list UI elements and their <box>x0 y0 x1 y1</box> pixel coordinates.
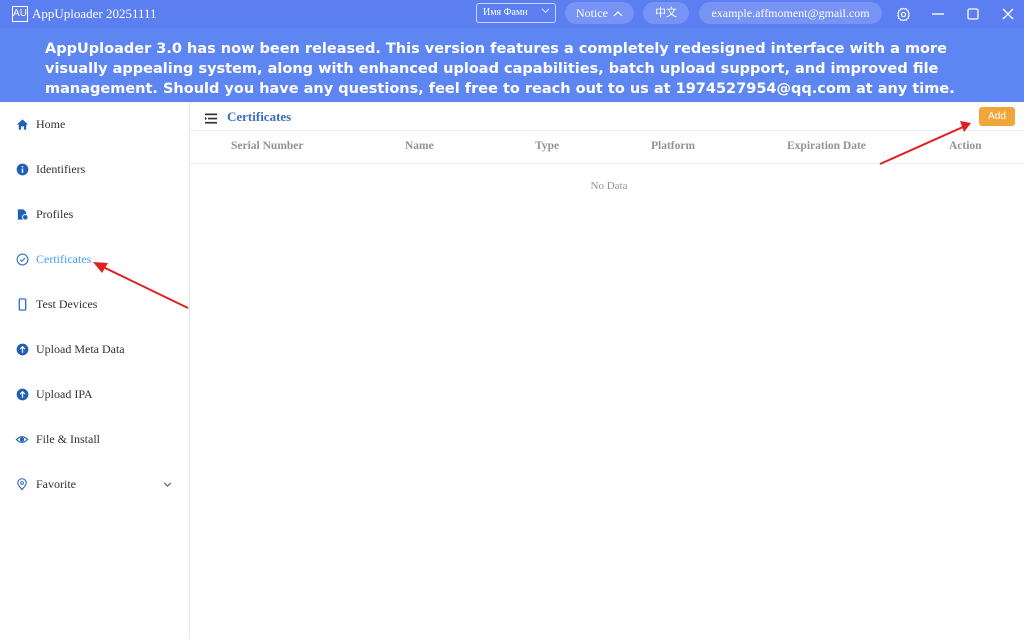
chevron-down-icon <box>162 479 173 494</box>
notice-label: Notice <box>576 6 608 20</box>
content-header: Certificates Add <box>190 102 1024 131</box>
notice-button[interactable]: Notice <box>565 2 634 24</box>
sidebar: Home Identifiers Profiles Certificates T… <box>0 102 190 639</box>
close-icon[interactable] <box>998 4 1018 24</box>
sidebar-item-label: Test Devices <box>36 297 98 311</box>
sidebar-item-profiles[interactable]: Profiles <box>0 192 189 237</box>
pin-icon <box>15 478 29 492</box>
home-icon <box>15 118 29 132</box>
user-select-value: Имя Фамн <box>483 7 528 18</box>
sidebar-item-identifiers[interactable]: Identifiers <box>0 147 189 192</box>
profile-icon <box>15 208 29 222</box>
column-header-action: Action <box>949 140 982 152</box>
sidebar-item-label: Upload IPA <box>36 387 93 401</box>
chevron-up-icon <box>613 11 623 17</box>
sidebar-item-test-devices[interactable]: Test Devices <box>0 282 189 327</box>
release-banner: AppUploader 3.0 has now been released. T… <box>0 28 1024 102</box>
add-button[interactable]: Add <box>979 107 1015 126</box>
sidebar-item-upload-ipa[interactable]: Upload IPA <box>0 372 189 417</box>
sidebar-item-file-install[interactable]: File & Install <box>0 417 189 462</box>
upload-icon <box>15 343 29 357</box>
page-title: Certificates <box>227 109 292 124</box>
app-title: AppUploader 20251111 <box>32 6 157 21</box>
column-header-expiration-date: Expiration Date <box>787 140 866 152</box>
sidebar-item-label: File & Install <box>36 432 100 446</box>
column-header-serial-number: Serial Number <box>231 140 304 152</box>
sidebar-item-certificates[interactable]: Certificates <box>0 237 189 282</box>
sidebar-item-home[interactable]: Home <box>0 102 189 147</box>
menu-toggle-icon[interactable] <box>205 111 217 129</box>
sidebar-item-upload-meta-data[interactable]: Upload Meta Data <box>0 327 189 372</box>
column-header-platform: Platform <box>651 140 696 152</box>
upload-icon <box>15 388 29 402</box>
column-header-name: Name <box>405 140 434 152</box>
title-bar: AU AppUploader 20251111 Имя Фамн Notice … <box>0 0 1024 28</box>
language-button[interactable]: 中文 <box>643 2 689 24</box>
eye-icon <box>15 433 29 447</box>
sidebar-item-label: Favorite <box>36 477 76 491</box>
phone-icon <box>15 298 29 312</box>
info-icon <box>15 163 29 177</box>
chevron-down-icon <box>541 6 550 18</box>
sidebar-item-favorite[interactable]: Favorite <box>0 462 189 507</box>
settings-gear-icon[interactable] <box>893 4 913 24</box>
sidebar-item-label: Home <box>36 117 66 131</box>
sidebar-item-label: Profiles <box>36 207 74 221</box>
column-header-type: Type <box>535 140 560 152</box>
sidebar-item-label: Upload Meta Data <box>36 342 125 356</box>
minimize-icon[interactable] <box>928 4 948 24</box>
sidebar-item-label: Identifiers <box>36 162 86 176</box>
certificates-table-header: Serial Number Name Type Platform Expirat… <box>190 131 1024 164</box>
account-email-button[interactable]: example.affmoment@gmail.com <box>699 2 882 24</box>
empty-table-message: No Data <box>590 180 628 192</box>
app-logo: AU <box>12 6 28 22</box>
maximize-icon[interactable] <box>963 4 983 24</box>
user-select[interactable]: Имя Фамн <box>476 3 556 23</box>
sidebar-item-label: Certificates <box>36 252 92 266</box>
check-circle-icon <box>15 253 29 267</box>
